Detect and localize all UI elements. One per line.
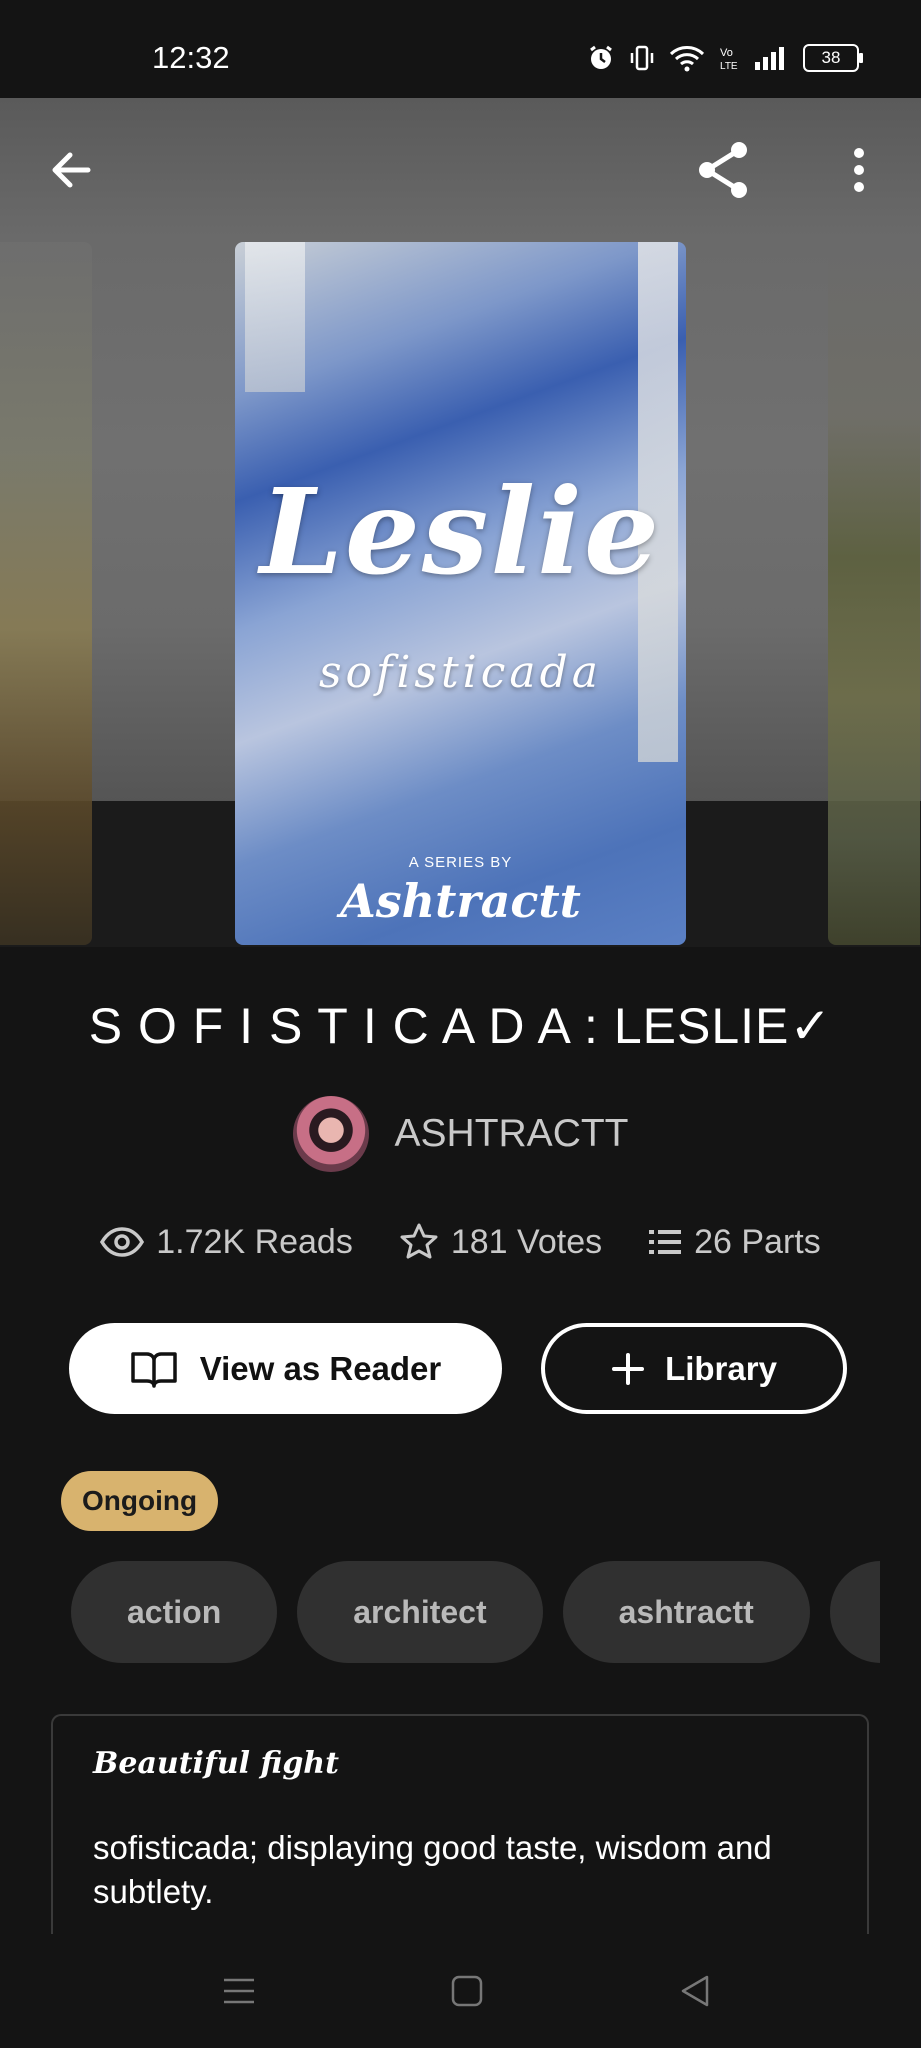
share-icon <box>699 142 747 198</box>
votes-count: 181 Votes <box>450 1222 603 1261</box>
more-options-button[interactable] <box>824 135 894 205</box>
reads-stat: 1.72K Reads <box>100 1223 353 1262</box>
cover-subtitle: sofisticada <box>318 647 603 698</box>
home-icon[interactable] <box>450 1974 484 2008</box>
svg-text:LTE: LTE <box>720 61 738 72</box>
cover-background-detail <box>245 242 305 392</box>
add-to-library-button[interactable]: Library <box>541 1323 847 1414</box>
tag-chip[interactable]: architect <box>297 1561 543 1663</box>
back-nav-icon[interactable] <box>678 1974 712 2008</box>
tag-list[interactable]: action architect ashtractt fam <box>71 1561 880 1663</box>
parts-count: 26 Parts <box>694 1222 821 1261</box>
tag-chip[interactable]: fam <box>829 1561 880 1663</box>
description-heading: Beautiful fight <box>93 1746 339 1781</box>
tag-chip[interactable]: ashtractt <box>562 1561 810 1663</box>
author-row[interactable]: ASHTRACTT <box>0 1096 921 1172</box>
vibrate-icon <box>630 45 654 71</box>
next-cover[interactable] <box>828 242 920 945</box>
view-as-reader-label: View as Reader <box>199 1349 442 1387</box>
cover-author-signature: Ashtractt <box>340 874 581 928</box>
description-text: sofisticada; displaying good taste, wisd… <box>93 1829 772 1910</box>
author-name[interactable]: ASHTRACTT <box>395 1112 629 1156</box>
previous-cover[interactable] <box>0 242 92 945</box>
system-nav-bar <box>0 1934 921 2048</box>
arrow-left-icon <box>52 152 91 188</box>
tag-chip[interactable]: action <box>71 1561 278 1663</box>
star-icon <box>400 1223 438 1259</box>
menu-icon[interactable] <box>222 1974 256 2008</box>
status-icons: Vo LTE 38 <box>587 44 863 72</box>
back-button[interactable] <box>36 135 106 205</box>
library-label: Library <box>665 1349 777 1387</box>
signal-icon <box>755 47 784 70</box>
eye-icon <box>100 1227 145 1257</box>
status-time: 12:32 <box>152 40 230 75</box>
more-vertical-icon <box>854 148 864 192</box>
story-title: S O F I S T I C A D A : LESLIE✓ <box>88 998 833 1054</box>
volte-icon: Vo LTE <box>720 47 738 72</box>
votes-stat: 181 Votes <box>399 1222 602 1262</box>
cover-title: Leslie <box>259 462 662 601</box>
parts-stat: 26 Parts <box>648 1223 821 1262</box>
status-badge: Ongoing <box>61 1471 219 1531</box>
svg-text:Vo: Vo <box>720 47 733 59</box>
battery-icon: 38 <box>803 44 863 72</box>
reads-count: 1.72K Reads <box>156 1222 353 1261</box>
share-button[interactable] <box>690 135 760 205</box>
cover-series-line: A SERIES BY <box>408 854 513 871</box>
alarm-icon <box>590 45 612 69</box>
view-as-reader-button[interactable]: View as Reader <box>69 1323 502 1414</box>
status-bar: 12:32 Vo LTE 38 <box>0 0 921 98</box>
wifi-icon <box>669 46 705 72</box>
book-open-icon <box>130 1351 177 1388</box>
author-avatar[interactable] <box>292 1096 369 1172</box>
list-icon <box>649 1230 682 1254</box>
story-stats: 1.72K Reads 181 Votes 26 Parts <box>0 1222 921 1262</box>
story-cover[interactable]: Leslie sofisticada A SERIES BY Ashtractt <box>235 242 686 945</box>
plus-icon <box>612 1352 645 1385</box>
